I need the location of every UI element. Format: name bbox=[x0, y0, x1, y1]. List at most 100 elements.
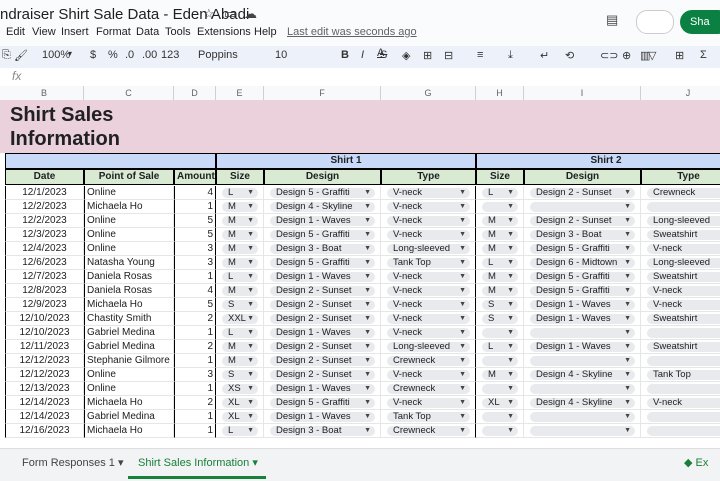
header-shirt2-design[interactable]: Design bbox=[524, 169, 641, 185]
header-date[interactable]: Date bbox=[5, 169, 84, 185]
cell-shirt2-type[interactable]: ▼ bbox=[641, 200, 720, 214]
dropdown-arrow-icon[interactable]: ▼ bbox=[364, 384, 371, 394]
column-header-e[interactable]: E bbox=[216, 86, 264, 100]
dropdown-chip[interactable]: V-neck▼ bbox=[387, 398, 470, 408]
filter-views-icon[interactable]: ⊞ bbox=[675, 49, 684, 62]
dropdown-arrow-icon[interactable]: ▼ bbox=[364, 426, 371, 436]
cell-shirt2-design[interactable]: ▼ bbox=[524, 410, 641, 424]
cell-amount[interactable]: 1 bbox=[174, 270, 216, 284]
dropdown-arrow-icon[interactable]: ▼ bbox=[507, 314, 514, 324]
menu-extensions[interactable]: Extensions bbox=[197, 26, 251, 38]
cell-shirt1-design[interactable]: Design 4 - Skyline ▼ bbox=[264, 200, 381, 214]
cell-shirt1-design[interactable]: Design 3 - Boat ▼ bbox=[264, 242, 381, 256]
cell-shirt2-design[interactable]: Design 4 - Skyline ▼ bbox=[524, 396, 641, 410]
dropdown-chip[interactable]: Design 1 - Waves ▼ bbox=[270, 216, 375, 226]
dropdown-chip[interactable]: Tank Top ▼ bbox=[387, 412, 470, 422]
dropdown-chip[interactable]: L ▼ bbox=[222, 272, 258, 282]
cell-date[interactable]: 12/2/2023 bbox=[5, 200, 84, 214]
filter-icon[interactable]: ▽ bbox=[648, 49, 656, 62]
dropdown-chip[interactable]: Sweatshirt▼ bbox=[647, 272, 720, 282]
cell-shirt2-size[interactable]: M ▼ bbox=[476, 368, 524, 382]
dropdown-arrow-icon[interactable]: ▼ bbox=[459, 258, 466, 268]
cell-shirt1-design[interactable]: Design 5 - Graffiti ▼ bbox=[264, 228, 381, 242]
cell-date[interactable]: 12/14/2023 bbox=[5, 410, 84, 424]
dropdown-arrow-icon[interactable]: ▼ bbox=[247, 370, 254, 380]
dropdown-arrow-icon[interactable]: ▼ bbox=[507, 216, 514, 226]
dropdown-chip[interactable]: Design 4 - Skyline ▼ bbox=[530, 370, 635, 380]
dropdown-chip[interactable]: Design 3 - Boat ▼ bbox=[270, 426, 375, 436]
cell-shirt2-size[interactable]: ▼ bbox=[476, 326, 524, 340]
dropdown-chip[interactable]: M ▼ bbox=[482, 230, 518, 240]
dropdown-chip[interactable]: ▼ bbox=[647, 426, 720, 436]
cell-shirt2-size[interactable]: ▼ bbox=[476, 354, 524, 368]
cell-shirt1-type[interactable]: Tank Top ▼ bbox=[381, 410, 476, 424]
dropdown-arrow-icon[interactable]: ▼ bbox=[507, 356, 514, 366]
dropdown-chip[interactable]: V-neck▼ bbox=[387, 286, 470, 296]
dropdown-chip[interactable]: V-neck▼ bbox=[647, 300, 720, 310]
dropdown-arrow-icon[interactable]: ▼ bbox=[459, 272, 466, 282]
cell-shirt1-type[interactable]: Long-sleeved ▼ bbox=[381, 340, 476, 354]
cell-shirt2-type[interactable]: V-neck▼ bbox=[641, 242, 720, 256]
wrap-icon[interactable]: ↵ bbox=[540, 49, 549, 62]
dropdown-arrow-icon[interactable]: ▼ bbox=[364, 216, 371, 226]
cell-amount[interactable]: 3 bbox=[174, 368, 216, 382]
cell-shirt1-type[interactable]: V-neck ▼ bbox=[381, 326, 476, 340]
dropdown-arrow-icon[interactable]: ▼ bbox=[364, 356, 371, 366]
cell-date[interactable]: 12/8/2023 bbox=[5, 284, 84, 298]
cell-date[interactable]: 12/7/2023 bbox=[5, 270, 84, 284]
dropdown-chip[interactable]: Long-sleeved▼ bbox=[647, 258, 720, 268]
cell-shirt1-design[interactable]: Design 2 - Sunset ▼ bbox=[264, 354, 381, 368]
cell-date[interactable]: 12/12/2023 bbox=[5, 354, 84, 368]
dropdown-chip[interactable]: Crewneck ▼ bbox=[387, 356, 470, 366]
dropdown-arrow-icon[interactable]: ▼ bbox=[364, 342, 371, 352]
dropdown-arrow-icon[interactable]: ▼ bbox=[507, 202, 514, 212]
spreadsheet-grid[interactable]: Shirt Sales Information Shirt 1 Shirt 2 … bbox=[0, 100, 720, 448]
cell-shirt2-type[interactable]: Long-sleeved▼ bbox=[641, 256, 720, 270]
cell-point-of-sale[interactable]: Online bbox=[84, 214, 174, 228]
cell-shirt2-type[interactable]: ▼ bbox=[641, 424, 720, 438]
dropdown-chip[interactable]: Crewneck ▼ bbox=[387, 384, 470, 394]
cell-shirt2-design[interactable]: Design 1 - Waves ▼ bbox=[524, 298, 641, 312]
cell-shirt2-design[interactable]: Design 2 - Sunset ▼ bbox=[524, 214, 641, 228]
dropdown-chip[interactable]: Design 1 - Waves ▼ bbox=[530, 300, 635, 310]
dropdown-chip[interactable]: XL ▼ bbox=[482, 398, 518, 408]
cell-shirt2-type[interactable]: Tank Top▼ bbox=[641, 368, 720, 382]
cell-shirt1-type[interactable]: V-neck ▼ bbox=[381, 298, 476, 312]
cell-point-of-sale[interactable]: Online bbox=[84, 382, 174, 396]
dropdown-chip[interactable]: XL ▼ bbox=[222, 398, 258, 408]
dropdown-chip[interactable]: ▼ bbox=[530, 384, 635, 394]
menu-edit[interactable]: Edit bbox=[6, 26, 25, 38]
cell-shirt2-size[interactable]: XL ▼ bbox=[476, 396, 524, 410]
cell-shirt1-type[interactable]: Long-sleeved ▼ bbox=[381, 242, 476, 256]
paint-format-icon[interactable]: ⎘ bbox=[2, 49, 11, 62]
cell-shirt1-type[interactable]: V-neck ▼ bbox=[381, 284, 476, 298]
cell-shirt1-size[interactable]: S ▼ bbox=[216, 368, 264, 382]
cell-shirt1-design[interactable]: Design 1 - Waves ▼ bbox=[264, 214, 381, 228]
cell-shirt1-size[interactable]: S ▼ bbox=[216, 298, 264, 312]
dropdown-arrow-icon[interactable]: ▼ bbox=[364, 188, 371, 198]
last-edit-link[interactable]: Last edit was seconds ago bbox=[287, 26, 417, 38]
dropdown-arrow-icon[interactable]: ▼ bbox=[624, 356, 631, 366]
dropdown-arrow-icon[interactable]: ▼ bbox=[247, 314, 254, 324]
dropdown-arrow-icon[interactable]: ▼ bbox=[364, 286, 371, 296]
dropdown-chip[interactable]: V-neck▼ bbox=[647, 244, 720, 254]
cell-shirt2-design[interactable]: Design 1 - Waves ▼ bbox=[524, 312, 641, 326]
sheet-title[interactable]: Shirt Sales Information bbox=[8, 103, 208, 153]
menu-tools[interactable]: Tools bbox=[165, 26, 191, 38]
dropdown-arrow-icon[interactable]: ▼ bbox=[459, 230, 466, 240]
cell-shirt2-type[interactable]: ▼ bbox=[641, 326, 720, 340]
dropdown-arrow-icon[interactable]: ▼ bbox=[247, 230, 254, 240]
dropdown-arrow-icon[interactable]: ▼ bbox=[507, 286, 514, 296]
percent-button[interactable]: % bbox=[108, 49, 118, 61]
cell-amount[interactable]: 3 bbox=[174, 242, 216, 256]
cell-shirt1-design[interactable]: Design 1 - Waves ▼ bbox=[264, 326, 381, 340]
cell-point-of-sale[interactable]: Gabriel Medina bbox=[84, 326, 174, 340]
header-shirt2-type[interactable]: Type bbox=[641, 169, 720, 185]
chevron-down-icon[interactable]: ▾ bbox=[68, 49, 72, 58]
dropdown-chip[interactable]: S ▼ bbox=[482, 314, 518, 324]
dropdown-arrow-icon[interactable]: ▼ bbox=[459, 356, 466, 366]
cell-shirt2-design[interactable]: ▼ bbox=[524, 326, 641, 340]
cloud-status-icon[interactable]: ☁ bbox=[244, 6, 257, 22]
dropdown-chip[interactable]: Design 1 - Waves ▼ bbox=[530, 342, 635, 352]
cell-shirt1-size[interactable]: XL ▼ bbox=[216, 410, 264, 424]
